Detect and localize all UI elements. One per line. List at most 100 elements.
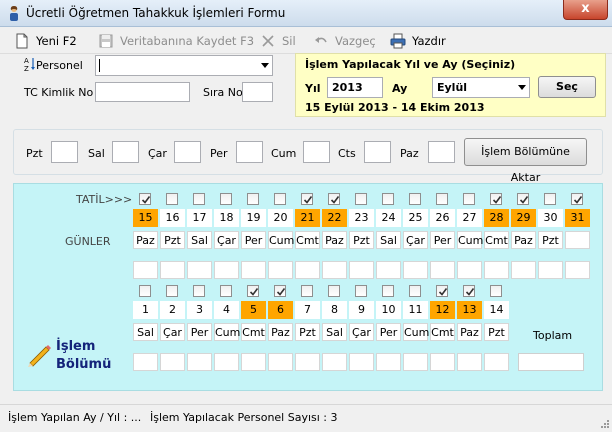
holiday-checkbox[interactable] xyxy=(274,193,286,205)
day-hours-input[interactable] xyxy=(484,353,509,371)
holiday-checkbox[interactable] xyxy=(409,193,421,205)
holiday-checkbox[interactable] xyxy=(328,193,340,205)
personel-combobox[interactable] xyxy=(95,55,273,76)
weekday-hours-input[interactable] xyxy=(236,141,263,163)
day-hours-input[interactable] xyxy=(349,353,374,371)
day-hours-input[interactable] xyxy=(133,353,158,371)
holiday-checkbox[interactable] xyxy=(355,285,367,297)
day-hours-input[interactable] xyxy=(322,353,347,371)
day-hours-input[interactable] xyxy=(403,353,428,371)
holiday-checkbox[interactable] xyxy=(382,193,394,205)
undo-icon xyxy=(315,37,327,43)
print-button[interactable]: Yazdır xyxy=(390,33,446,49)
gunler-label: GÜNLER xyxy=(65,235,111,248)
day-hours-input[interactable] xyxy=(160,353,185,371)
holiday-checkbox[interactable] xyxy=(517,193,529,205)
sort-az-icon[interactable]: A Z xyxy=(24,56,36,72)
holiday-checkbox[interactable] xyxy=(544,193,556,205)
holiday-checkbox[interactable] xyxy=(193,193,205,205)
weekday-hours-input[interactable] xyxy=(51,141,78,163)
holiday-checkbox[interactable] xyxy=(409,285,421,297)
sira-input[interactable] xyxy=(242,82,273,102)
day-hours-input[interactable] xyxy=(457,353,482,371)
holiday-checkbox[interactable] xyxy=(220,193,232,205)
day-hours-input[interactable] xyxy=(160,261,185,279)
toplam-input[interactable] xyxy=(518,353,584,371)
transfer-button[interactable]: İşlem Bölümüne Aktar xyxy=(464,138,587,184)
holiday-checkbox[interactable] xyxy=(490,193,502,205)
holiday-checkbox[interactable] xyxy=(139,285,151,297)
day-hours-input[interactable] xyxy=(241,261,266,279)
select-button[interactable]: Seç xyxy=(538,76,596,98)
day-number: 18 xyxy=(214,209,239,227)
new-button[interactable]: Yeni F2 xyxy=(14,33,84,49)
holiday-checkbox[interactable] xyxy=(247,285,259,297)
day-hours-input[interactable] xyxy=(214,353,239,371)
holiday-checkbox[interactable] xyxy=(166,285,178,297)
holiday-checkbox[interactable] xyxy=(436,193,448,205)
day-number: 1 xyxy=(133,301,158,319)
floppy-disk-icon xyxy=(99,34,113,48)
holiday-checkbox[interactable] xyxy=(382,285,394,297)
svg-text:Z: Z xyxy=(24,65,29,72)
holiday-checkbox[interactable] xyxy=(328,285,340,297)
weekday-hours-input[interactable] xyxy=(428,141,455,163)
weekday-hours-input[interactable] xyxy=(174,141,201,163)
resize-grip-icon[interactable] xyxy=(598,417,610,429)
period-heading: İşlem Yapılacak Yıl ve Ay (Seçiniz) xyxy=(305,58,516,71)
delete-button[interactable]: Sil xyxy=(260,33,300,49)
day-hours-input[interactable] xyxy=(403,261,428,279)
weekday-hours-input[interactable] xyxy=(303,141,330,163)
holiday-checkbox[interactable] xyxy=(571,193,583,205)
day-number: 29 xyxy=(511,209,536,227)
close-button[interactable]: x xyxy=(563,0,608,20)
day-hours-input[interactable] xyxy=(322,261,347,279)
month-select[interactable]: Eylül xyxy=(432,77,530,98)
day-hours-input[interactable] xyxy=(538,261,563,279)
day-hours-input[interactable] xyxy=(295,261,320,279)
chevron-down-icon[interactable] xyxy=(518,85,526,90)
day-hours-input[interactable] xyxy=(268,353,293,371)
holiday-checkbox[interactable] xyxy=(436,285,448,297)
day-hours-input[interactable] xyxy=(484,261,509,279)
year-input[interactable]: 2013 xyxy=(327,77,383,98)
weekday-hours-input[interactable] xyxy=(364,141,391,163)
day-hours-input[interactable] xyxy=(349,261,374,279)
day-hours-input[interactable] xyxy=(376,353,401,371)
day-hours-input[interactable] xyxy=(268,261,293,279)
holiday-checkbox[interactable] xyxy=(463,193,475,205)
holiday-checkbox[interactable] xyxy=(166,193,178,205)
day-hours-input[interactable] xyxy=(565,261,590,279)
day-hours-input[interactable] xyxy=(511,261,536,279)
holiday-checkbox[interactable] xyxy=(193,285,205,297)
day-hours-input[interactable] xyxy=(376,261,401,279)
tc-input[interactable] xyxy=(95,82,190,102)
chevron-down-icon[interactable] xyxy=(261,63,269,68)
day-hours-input[interactable] xyxy=(133,261,158,279)
holiday-checkbox[interactable] xyxy=(301,193,313,205)
day-hours-input[interactable] xyxy=(430,353,455,371)
year-label: Yıl xyxy=(305,82,321,95)
holiday-checkbox[interactable] xyxy=(274,285,286,297)
day-hours-input[interactable] xyxy=(187,261,212,279)
day-name: Pzt xyxy=(349,231,374,249)
day-hours-input[interactable] xyxy=(295,353,320,371)
day-name: Cum xyxy=(268,231,294,249)
day-hours-input[interactable] xyxy=(187,353,212,371)
save-button[interactable]: Veritabanına Kaydet F3 xyxy=(98,33,254,49)
holiday-checkbox[interactable] xyxy=(301,285,313,297)
holiday-checkbox[interactable] xyxy=(139,193,151,205)
holiday-checkbox[interactable] xyxy=(355,193,367,205)
weekday-hours-input[interactable] xyxy=(112,141,139,163)
day-number: 20 xyxy=(268,209,293,227)
holiday-checkbox[interactable] xyxy=(490,285,502,297)
holiday-checkbox[interactable] xyxy=(463,285,475,297)
day-number: 3 xyxy=(187,301,212,319)
cancel-button[interactable]: Vazgeç xyxy=(313,33,376,49)
day-hours-input[interactable] xyxy=(457,261,482,279)
day-hours-input[interactable] xyxy=(430,261,455,279)
holiday-checkbox[interactable] xyxy=(220,285,232,297)
holiday-checkbox[interactable] xyxy=(247,193,259,205)
day-hours-input[interactable] xyxy=(214,261,239,279)
day-hours-input[interactable] xyxy=(241,353,266,371)
